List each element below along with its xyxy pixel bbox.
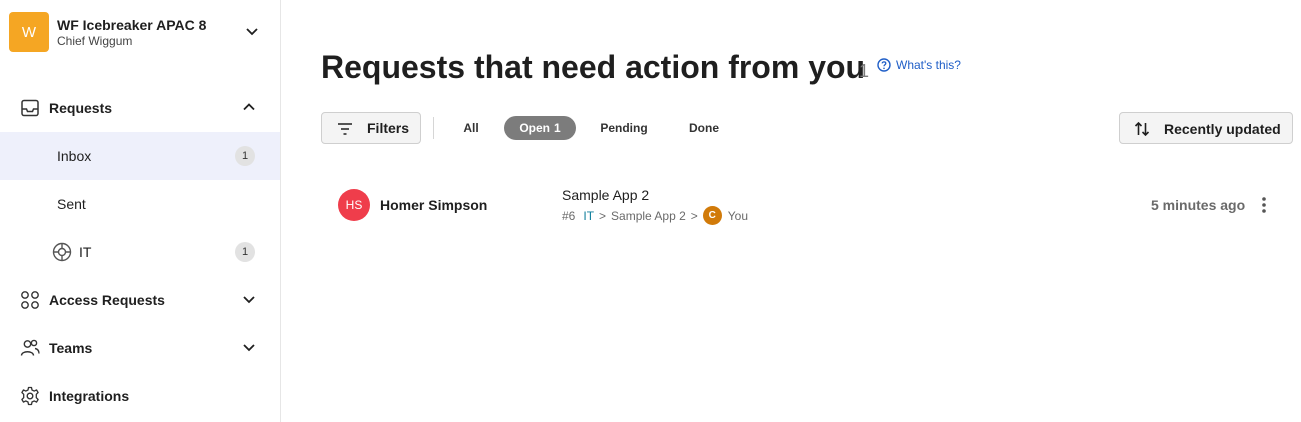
request-team-link[interactable]: IT xyxy=(583,209,594,223)
filters-button[interactable]: Filters xyxy=(321,112,421,144)
toolbar-divider xyxy=(433,117,434,139)
more-options-icon[interactable] xyxy=(1259,195,1269,215)
main-content: Requests that need action from you 1 Wha… xyxy=(281,0,1301,422)
org-name: WF Icebreaker APAC 8 xyxy=(57,16,207,33)
request-path: #6 IT > Sample App 2 > C You xyxy=(562,206,748,225)
sidebar-item-label: IT xyxy=(79,244,92,260)
sort-label: Recently updated xyxy=(1164,121,1281,137)
request-row[interactable]: HS Homer Simpson Sample App 2 #6 IT > Sa… xyxy=(321,177,1293,233)
path-separator: > xyxy=(690,208,698,223)
request-app-name: Sample App 2 xyxy=(562,187,650,203)
sidebar-item-label: Sent xyxy=(57,196,86,212)
count-badge: 1 xyxy=(235,146,255,166)
chevron-down-icon xyxy=(246,28,258,36)
tab-count: 1 xyxy=(553,121,561,135)
gear-icon xyxy=(21,386,39,406)
requester-name: Homer Simpson xyxy=(380,197,488,213)
request-number: #6 xyxy=(562,208,576,223)
sidebar-item-label: Integrations xyxy=(49,388,130,404)
chevron-up-icon xyxy=(243,103,255,111)
people-icon xyxy=(20,339,40,356)
question-circle-icon xyxy=(877,58,891,72)
request-path-app: Sample App 2 xyxy=(611,208,686,223)
whats-this-link[interactable]: What's this? xyxy=(877,58,961,72)
tab-label: All xyxy=(463,121,479,135)
filters-label: Filters xyxy=(367,120,410,136)
tab-all[interactable]: All xyxy=(453,116,489,140)
assignee-avatar: C xyxy=(702,206,722,225)
tab-done[interactable]: Done xyxy=(682,116,726,140)
tab-label: Pending xyxy=(600,121,648,135)
org-avatar: W xyxy=(9,12,49,52)
sidebar-item-teams[interactable]: Teams xyxy=(0,324,280,372)
sort-arrows-icon xyxy=(1134,121,1150,137)
sort-button[interactable]: Recently updated xyxy=(1119,112,1293,144)
lifebuoy-icon xyxy=(52,242,72,262)
title-count: 1 xyxy=(859,61,870,81)
request-updated-time: 5 minutes ago xyxy=(1151,197,1246,213)
tab-open[interactable]: Open 1 xyxy=(504,116,576,140)
sidebar-item-it[interactable]: IT 1 xyxy=(0,228,280,276)
grid-circles-icon xyxy=(21,291,39,309)
chevron-down-icon xyxy=(243,344,255,352)
tab-pending[interactable]: Pending xyxy=(590,116,658,140)
sidebar-item-label: Inbox xyxy=(57,148,92,164)
whats-this-label: What's this? xyxy=(896,58,961,72)
filter-icon xyxy=(338,123,352,135)
chevron-down-icon xyxy=(243,296,255,304)
assignee-label: You xyxy=(727,208,749,223)
page-title: Requests that need action from you xyxy=(321,49,866,85)
sidebar-item-label: Requests xyxy=(49,100,113,116)
org-switcher[interactable]: W WF Icebreaker APAC 8 Chief Wiggum xyxy=(9,12,275,52)
tab-label: Done xyxy=(689,121,719,135)
sidebar-item-label: Teams xyxy=(49,340,93,356)
sidebar-item-inbox[interactable]: Inbox 1 xyxy=(0,132,280,180)
requester-avatar: HS xyxy=(338,189,370,221)
inbox-tray-icon xyxy=(21,99,39,117)
sidebar-item-integrations[interactable]: Integrations xyxy=(0,372,280,420)
count-badge: 1 xyxy=(235,242,255,262)
path-separator: > xyxy=(599,208,607,223)
sidebar-item-label: Access Requests xyxy=(49,292,165,308)
sidebar-item-access-requests[interactable]: Access Requests xyxy=(0,276,280,324)
user-name: Chief Wiggum xyxy=(57,33,133,48)
sidebar-item-requests[interactable]: Requests xyxy=(0,84,280,132)
tab-label: Open xyxy=(519,121,550,135)
sidebar: W WF Icebreaker APAC 8 Chief Wiggum Requ… xyxy=(0,0,281,422)
sidebar-item-sent[interactable]: Sent xyxy=(0,180,280,228)
